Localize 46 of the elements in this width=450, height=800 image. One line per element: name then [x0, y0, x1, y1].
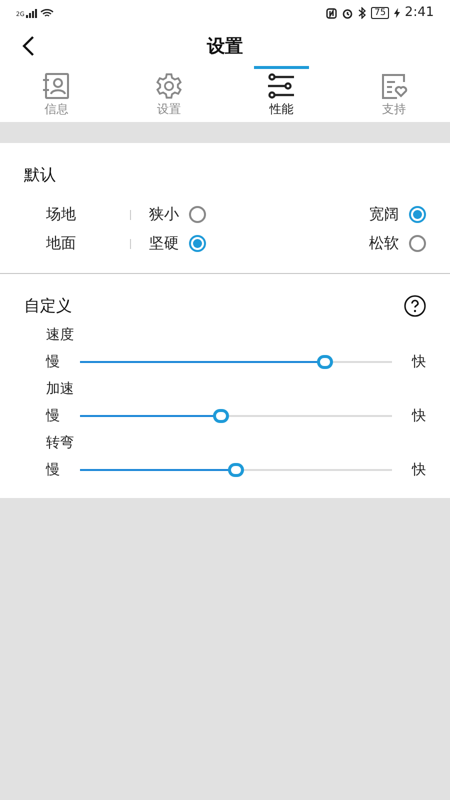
battery-level: 75	[371, 7, 389, 19]
contact-card-icon	[41, 72, 72, 100]
tab[interactable]: 信息	[0, 66, 112, 122]
fast-label: 快	[410, 352, 426, 372]
radio-option[interactable]: 狭小	[149, 203, 206, 226]
bluetooth-icon	[358, 7, 366, 19]
fast-label: 快	[410, 406, 426, 426]
slider[interactable]	[80, 354, 392, 370]
radio-option[interactable]: 坚硬	[149, 232, 206, 255]
tab[interactable]: 支持	[338, 66, 450, 122]
section-title: 自定义	[24, 295, 72, 317]
section-title: 默认	[24, 164, 57, 186]
radio-option[interactable]: 松软	[369, 232, 426, 255]
back-icon	[22, 36, 34, 56]
alarm-icon	[342, 8, 354, 18]
slider[interactable]	[80, 408, 392, 424]
slider-thumb[interactable]	[213, 409, 230, 423]
charging-icon	[394, 8, 400, 18]
tab[interactable]: 设置	[112, 66, 225, 122]
radio-button[interactable]	[409, 206, 426, 223]
row-label: 地面	[46, 233, 77, 254]
help-icon[interactable]	[404, 295, 426, 317]
clock: 2:41	[404, 4, 434, 22]
slider-label: 速度	[46, 326, 75, 345]
fast-label: 快	[410, 460, 426, 480]
page-title: 设置	[207, 34, 243, 58]
wifi-icon	[40, 8, 54, 18]
sliders-icon	[266, 72, 296, 100]
slider[interactable]	[80, 462, 392, 478]
tab[interactable]: 性能	[225, 66, 338, 122]
signal-icon	[26, 9, 38, 18]
slider-label: 转弯	[46, 434, 75, 453]
slider-label: 加速	[46, 380, 75, 399]
settings-icon	[154, 72, 184, 100]
slow-label: 慢	[46, 406, 61, 426]
slow-label: 慢	[46, 460, 61, 480]
radio-option[interactable]: 宽阔	[369, 203, 426, 226]
nfc-icon	[326, 8, 338, 18]
radio-button[interactable]	[409, 235, 426, 252]
slider-thumb[interactable]	[228, 463, 244, 477]
slider-thumb[interactable]	[316, 355, 333, 369]
radio-button[interactable]	[189, 235, 206, 252]
active-tab-indicator	[254, 66, 309, 69]
slow-label: 慢	[46, 352, 61, 372]
row-label: 场地	[46, 204, 77, 226]
radio-button[interactable]	[189, 206, 206, 223]
